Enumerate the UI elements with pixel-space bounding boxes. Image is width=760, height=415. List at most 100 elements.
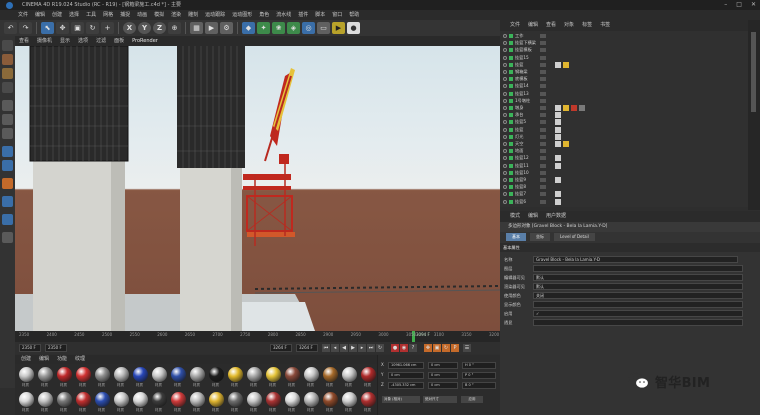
material-swatch[interactable] <box>133 392 148 407</box>
max-frame-field[interactable]: 3264 F <box>270 344 292 352</box>
material-menu-item[interactable]: 创建 <box>21 355 31 364</box>
menu-item[interactable]: 选择 <box>69 10 79 20</box>
light-icon[interactable]: ● <box>347 22 360 34</box>
visibility-dots-icon[interactable] <box>540 149 546 154</box>
menu-item[interactable]: 运动图形 <box>232 10 252 20</box>
material-swatch[interactable] <box>304 367 319 382</box>
material-swatch[interactable] <box>19 367 34 382</box>
planar-workplane-icon[interactable] <box>2 232 13 243</box>
visibility-dots-icon[interactable] <box>540 106 546 110</box>
material-tag-icon[interactable] <box>555 119 561 126</box>
visibility-dots-icon[interactable] <box>540 98 546 103</box>
visibility-dots-icon[interactable] <box>540 120 546 125</box>
3d-viewport[interactable] <box>15 46 500 331</box>
expand-toggle-icon[interactable] <box>503 170 507 175</box>
viewport-menu-item[interactable]: 显示 <box>60 36 70 46</box>
property-value[interactable] <box>533 301 743 308</box>
expand-toggle-icon[interactable] <box>503 41 507 46</box>
apply-button[interactable]: 应用 <box>461 396 483 403</box>
material-swatch[interactable] <box>247 367 262 382</box>
start-frame-field[interactable]: 2350 F <box>19 344 41 352</box>
visibility-dots-icon[interactable] <box>540 156 546 161</box>
material-swatch[interactable] <box>133 367 148 382</box>
undo-icon[interactable]: ↶ <box>4 22 17 34</box>
expand-toggle-icon[interactable] <box>503 156 507 161</box>
visibility-dots-icon[interactable] <box>540 199 546 204</box>
position-key-icon[interactable]: ✥ <box>424 344 432 352</box>
material-menu-item[interactable]: 功能 <box>57 355 67 364</box>
material-swatch[interactable] <box>190 367 205 382</box>
redo-icon[interactable]: ↷ <box>19 22 32 34</box>
floor-icon[interactable]: ▭ <box>317 22 330 34</box>
object-manager-scrollbar[interactable] <box>748 20 760 210</box>
material-swatch[interactable] <box>266 392 281 407</box>
menu-item[interactable]: 创建 <box>52 10 62 20</box>
material-swatch[interactable] <box>76 392 91 407</box>
attribute-menu-item[interactable]: 用户数据 <box>546 211 566 222</box>
material-swatch[interactable] <box>171 367 186 382</box>
attribute-tab[interactable]: 坐标 <box>530 233 550 241</box>
visibility-dots-icon[interactable] <box>540 163 546 168</box>
attribute-menu-item[interactable]: 模式 <box>510 211 520 222</box>
material-swatch[interactable] <box>247 392 262 407</box>
material-swatch[interactable] <box>361 392 376 407</box>
material-swatch[interactable] <box>361 367 376 382</box>
attribute-tab[interactable]: 基本 <box>506 233 526 241</box>
material-swatch[interactable] <box>95 367 110 382</box>
material-tag-icon[interactable] <box>563 141 569 147</box>
material-swatch[interactable] <box>209 367 224 382</box>
end-frame-field[interactable]: 3264 F <box>296 344 318 352</box>
object-manager-menu-item[interactable]: 查看 <box>546 20 556 31</box>
object-manager-menu-item[interactable]: 书签 <box>600 20 610 31</box>
property-value[interactable]: 默认 <box>533 283 743 290</box>
expand-toggle-icon[interactable] <box>503 192 507 197</box>
material-swatch[interactable] <box>114 367 129 382</box>
scrollbar-thumb[interactable] <box>751 32 756 112</box>
property-value[interactable]: ✓ <box>533 310 743 317</box>
expand-toggle-icon[interactable] <box>503 185 507 190</box>
points-mode-icon[interactable] <box>2 100 13 111</box>
expand-toggle-icon[interactable] <box>503 142 507 146</box>
visibility-dots-icon[interactable] <box>540 41 546 46</box>
timeline-ruler[interactable]: 3094 F 2350 2400 2450 2500 2550 2600 2650 2700 2… <box>15 331 500 342</box>
scale-mode-dropdown[interactable]: 绝对尺寸 <box>423 396 457 403</box>
attribute-menu-item[interactable]: 编辑 <box>528 211 538 222</box>
material-swatch[interactable] <box>114 392 129 407</box>
material-menu-item[interactable]: 编辑 <box>39 355 49 364</box>
size-field[interactable]: 0 cm <box>428 371 458 379</box>
rotation-field[interactable]: P 0 ° <box>462 371 496 379</box>
model-mode-icon[interactable] <box>2 54 13 65</box>
property-value[interactable] <box>533 265 743 272</box>
menu-item[interactable]: 渲染 <box>171 10 181 20</box>
visibility-dots-icon[interactable] <box>540 142 546 146</box>
menu-item[interactable]: 模拟 <box>154 10 164 20</box>
material-tag-icon[interactable] <box>563 61 569 68</box>
expand-toggle-icon[interactable] <box>503 149 507 154</box>
next-key-icon[interactable]: ▸ <box>358 344 366 352</box>
property-value[interactable]: 关闭 <box>533 292 743 299</box>
polygons-mode-icon[interactable] <box>2 128 13 139</box>
visibility-dots-icon[interactable] <box>540 113 546 118</box>
expand-toggle-icon[interactable] <box>503 34 507 38</box>
object-manager-menu-item[interactable]: 对象 <box>564 20 574 31</box>
menu-item[interactable]: 捕捉 <box>120 10 130 20</box>
subdivision-icon[interactable]: ✦ <box>257 22 270 34</box>
material-swatch[interactable] <box>266 367 281 382</box>
material-tag-icon[interactable] <box>555 198 561 205</box>
material-tag-icon[interactable] <box>555 141 561 147</box>
viewport-menu-item[interactable]: 选项 <box>78 36 88 46</box>
material-swatch[interactable] <box>19 392 34 407</box>
visibility-dots-icon[interactable] <box>540 77 546 82</box>
material-swatch[interactable] <box>323 367 338 382</box>
deformer-icon[interactable]: ◎ <box>302 22 315 34</box>
menu-item[interactable]: 网格 <box>103 10 113 20</box>
menu-item[interactable]: 雕刻 <box>188 10 198 20</box>
parameter-key-icon[interactable]: P <box>451 344 459 352</box>
texture-mode-icon[interactable] <box>2 68 13 79</box>
material-swatch[interactable] <box>76 367 91 382</box>
material-tag-icon[interactable] <box>555 155 561 162</box>
material-tag-icon[interactable] <box>555 191 561 198</box>
visibility-dots-icon[interactable] <box>540 34 546 38</box>
material-swatch[interactable] <box>323 392 338 407</box>
viewport-menu-item[interactable]: ProRender <box>132 36 158 46</box>
